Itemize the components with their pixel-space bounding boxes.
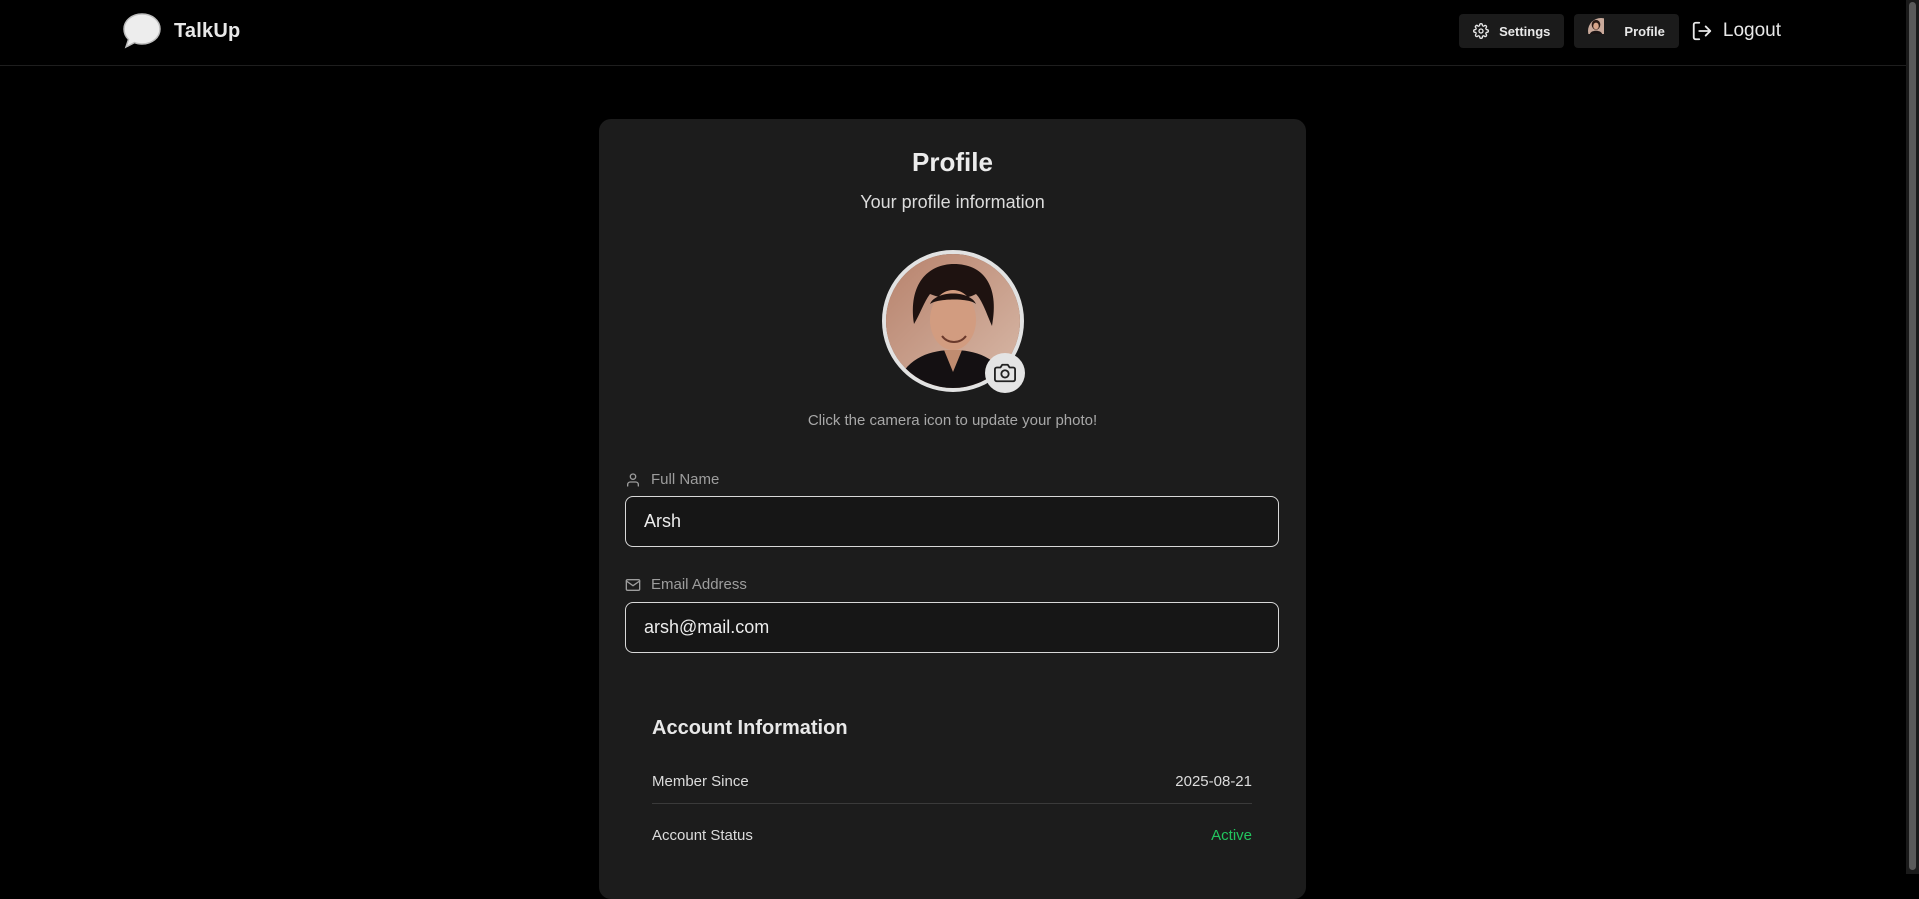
settings-label: Settings [1499, 23, 1551, 39]
page-title: Profile [912, 147, 993, 177]
account-status-row: Account Status Active [652, 827, 1252, 844]
member-since-row: Member Since 2025-08-21 [652, 773, 1252, 790]
update-photo-button[interactable] [985, 353, 1025, 393]
camera-icon [994, 363, 1016, 383]
account-status-label: Account Status [652, 827, 753, 844]
full-name-field[interactable] [625, 496, 1279, 547]
page-scrollbar[interactable] [1906, 0, 1919, 874]
settings-button[interactable]: Settings [1459, 14, 1565, 48]
email-label-text: Email Address [651, 576, 747, 593]
divider [652, 803, 1252, 804]
photo-hint: Click the camera icon to update your pho… [807, 412, 1098, 429]
brand-link[interactable]: TalkUp [122, 12, 240, 50]
mail-icon [625, 578, 641, 591]
full-name-label: Full Name [625, 471, 719, 488]
top-nav-actions: Settings Profile Logout [1459, 14, 1781, 48]
brand-name: TalkUp [174, 19, 241, 42]
email-field[interactable] [625, 602, 1279, 653]
chat-bubble-icon [123, 13, 161, 49]
member-since-label: Member Since [652, 773, 749, 790]
profile-label: Profile [1624, 23, 1665, 39]
gear-icon [1473, 23, 1490, 39]
top-navbar: TalkUp Settings Profile Logout [0, 0, 1906, 66]
scrollbar-thumb[interactable] [1909, 2, 1916, 870]
status-badge: Active [1211, 827, 1252, 844]
account-info-title: Account Information [652, 717, 848, 739]
profile-button[interactable]: Profile [1574, 14, 1679, 48]
email-label: Email Address [625, 576, 747, 593]
member-since-value: 2025-08-21 [1175, 773, 1252, 790]
user-icon [627, 472, 639, 487]
profile-photo-container [882, 250, 1025, 393]
logout-label: Logout [1722, 20, 1781, 41]
full-name-label-text: Full Name [651, 471, 720, 488]
logout-button[interactable]: Logout [1689, 14, 1781, 48]
avatar [1588, 18, 1614, 44]
page-subtitle: Your profile information [860, 192, 1045, 212]
profile-card: Profile Your profile information Click t… [599, 119, 1306, 899]
logout-icon [1692, 21, 1712, 41]
